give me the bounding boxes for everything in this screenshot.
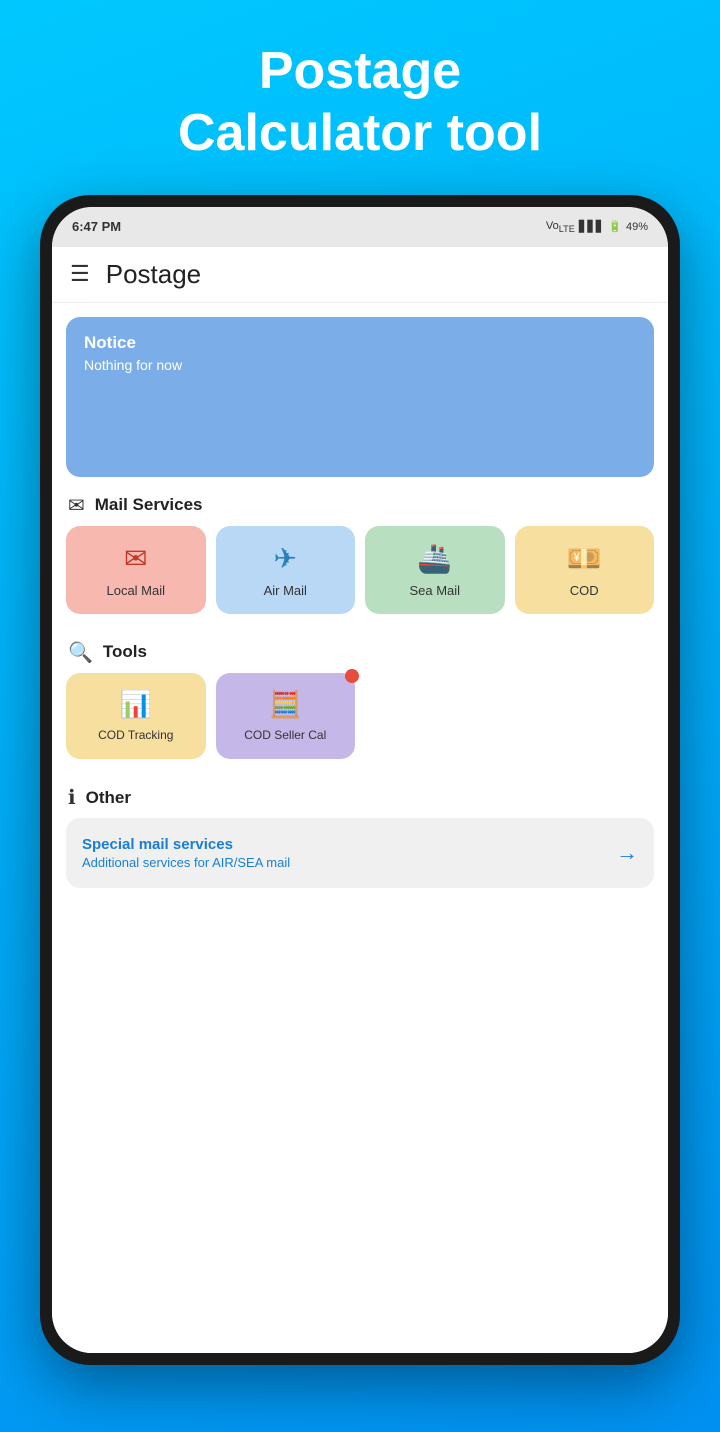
status-icons: VoLTE ▋▋▋ 🔋 49% [546,220,648,234]
other-info-icon: ℹ [68,785,76,810]
signal-icon: ▋▋▋ [579,220,604,233]
arrow-right-icon: → [616,840,638,866]
notice-card: Notice Nothing for now [66,317,654,477]
sea-mail-label: Sea Mail [409,583,460,598]
hamburger-icon[interactable]: ☰ [70,261,90,287]
phone-screen: 6:47 PM VoLTE ▋▋▋ 🔋 49% ☰ Postage Notice… [52,207,668,1353]
cod-seller-label: COD Seller Cal [244,728,326,744]
air-mail-label: Air Mail [264,583,307,598]
local-mail-card[interactable]: ✉ Local Mail [66,526,206,614]
cod-tracking-label: COD Tracking [98,728,173,744]
tools-grid: 📊 COD Tracking 🧮 COD Seller Cal [52,673,668,770]
cod-icon: 💴 [567,542,602,575]
cod-seller-icon: 🧮 [269,689,301,720]
battery-percent: 49% [626,221,648,233]
top-nav: ☰ Postage [52,247,668,303]
cod-tracking-card[interactable]: 📊 COD Tracking [66,673,206,760]
mail-services-header: ✉ Mail Services [52,477,668,526]
services-grid: ✉ Local Mail ✈ Air Mail 🚢 Sea Mail 💴 COD [52,526,668,624]
local-mail-icon: ✉ [124,542,147,575]
special-mail-title: Special mail services [82,836,290,853]
special-mail-text: Special mail services Additional service… [82,836,290,870]
air-mail-card[interactable]: ✈ Air Mail [216,526,356,614]
other-header: ℹ Other [52,769,668,818]
sea-mail-icon: 🚢 [417,542,452,575]
app-content: ☰ Postage Notice Nothing for now ✉ Mail … [52,247,668,1353]
mail-services-label: Mail Services [95,495,203,515]
cod-card[interactable]: 💴 COD [515,526,655,614]
notice-title: Notice [84,333,636,353]
status-time: 6:47 PM [72,219,121,234]
hero-title: Postage Calculator tool [178,40,542,165]
notification-dot [345,669,359,683]
mail-icon: ✉ [68,493,85,518]
notice-body: Nothing for now [84,357,636,373]
tools-header: 🔍 Tools [52,624,668,673]
battery-icon: 🔋 [608,220,622,233]
status-bar: 6:47 PM VoLTE ▋▋▋ 🔋 49% [52,207,668,247]
cod-seller-card[interactable]: 🧮 COD Seller Cal [216,673,356,760]
cod-tracking-icon: 📊 [120,689,152,720]
air-mail-icon: ✈ [274,542,297,575]
special-mail-sub: Additional services for AIR/SEA mail [82,855,290,870]
nav-title: Postage [106,259,201,290]
cod-label: COD [570,583,599,598]
tools-label: Tools [103,642,147,662]
local-mail-label: Local Mail [106,583,165,598]
phone-frame: 6:47 PM VoLTE ▋▋▋ 🔋 49% ☰ Postage Notice… [40,195,680,1365]
sea-mail-card[interactable]: 🚢 Sea Mail [365,526,505,614]
other-label: Other [86,788,131,808]
special-mail-card[interactable]: Special mail services Additional service… [66,818,654,888]
tools-search-icon: 🔍 [68,640,93,665]
network-icon: VoLTE [546,220,575,234]
